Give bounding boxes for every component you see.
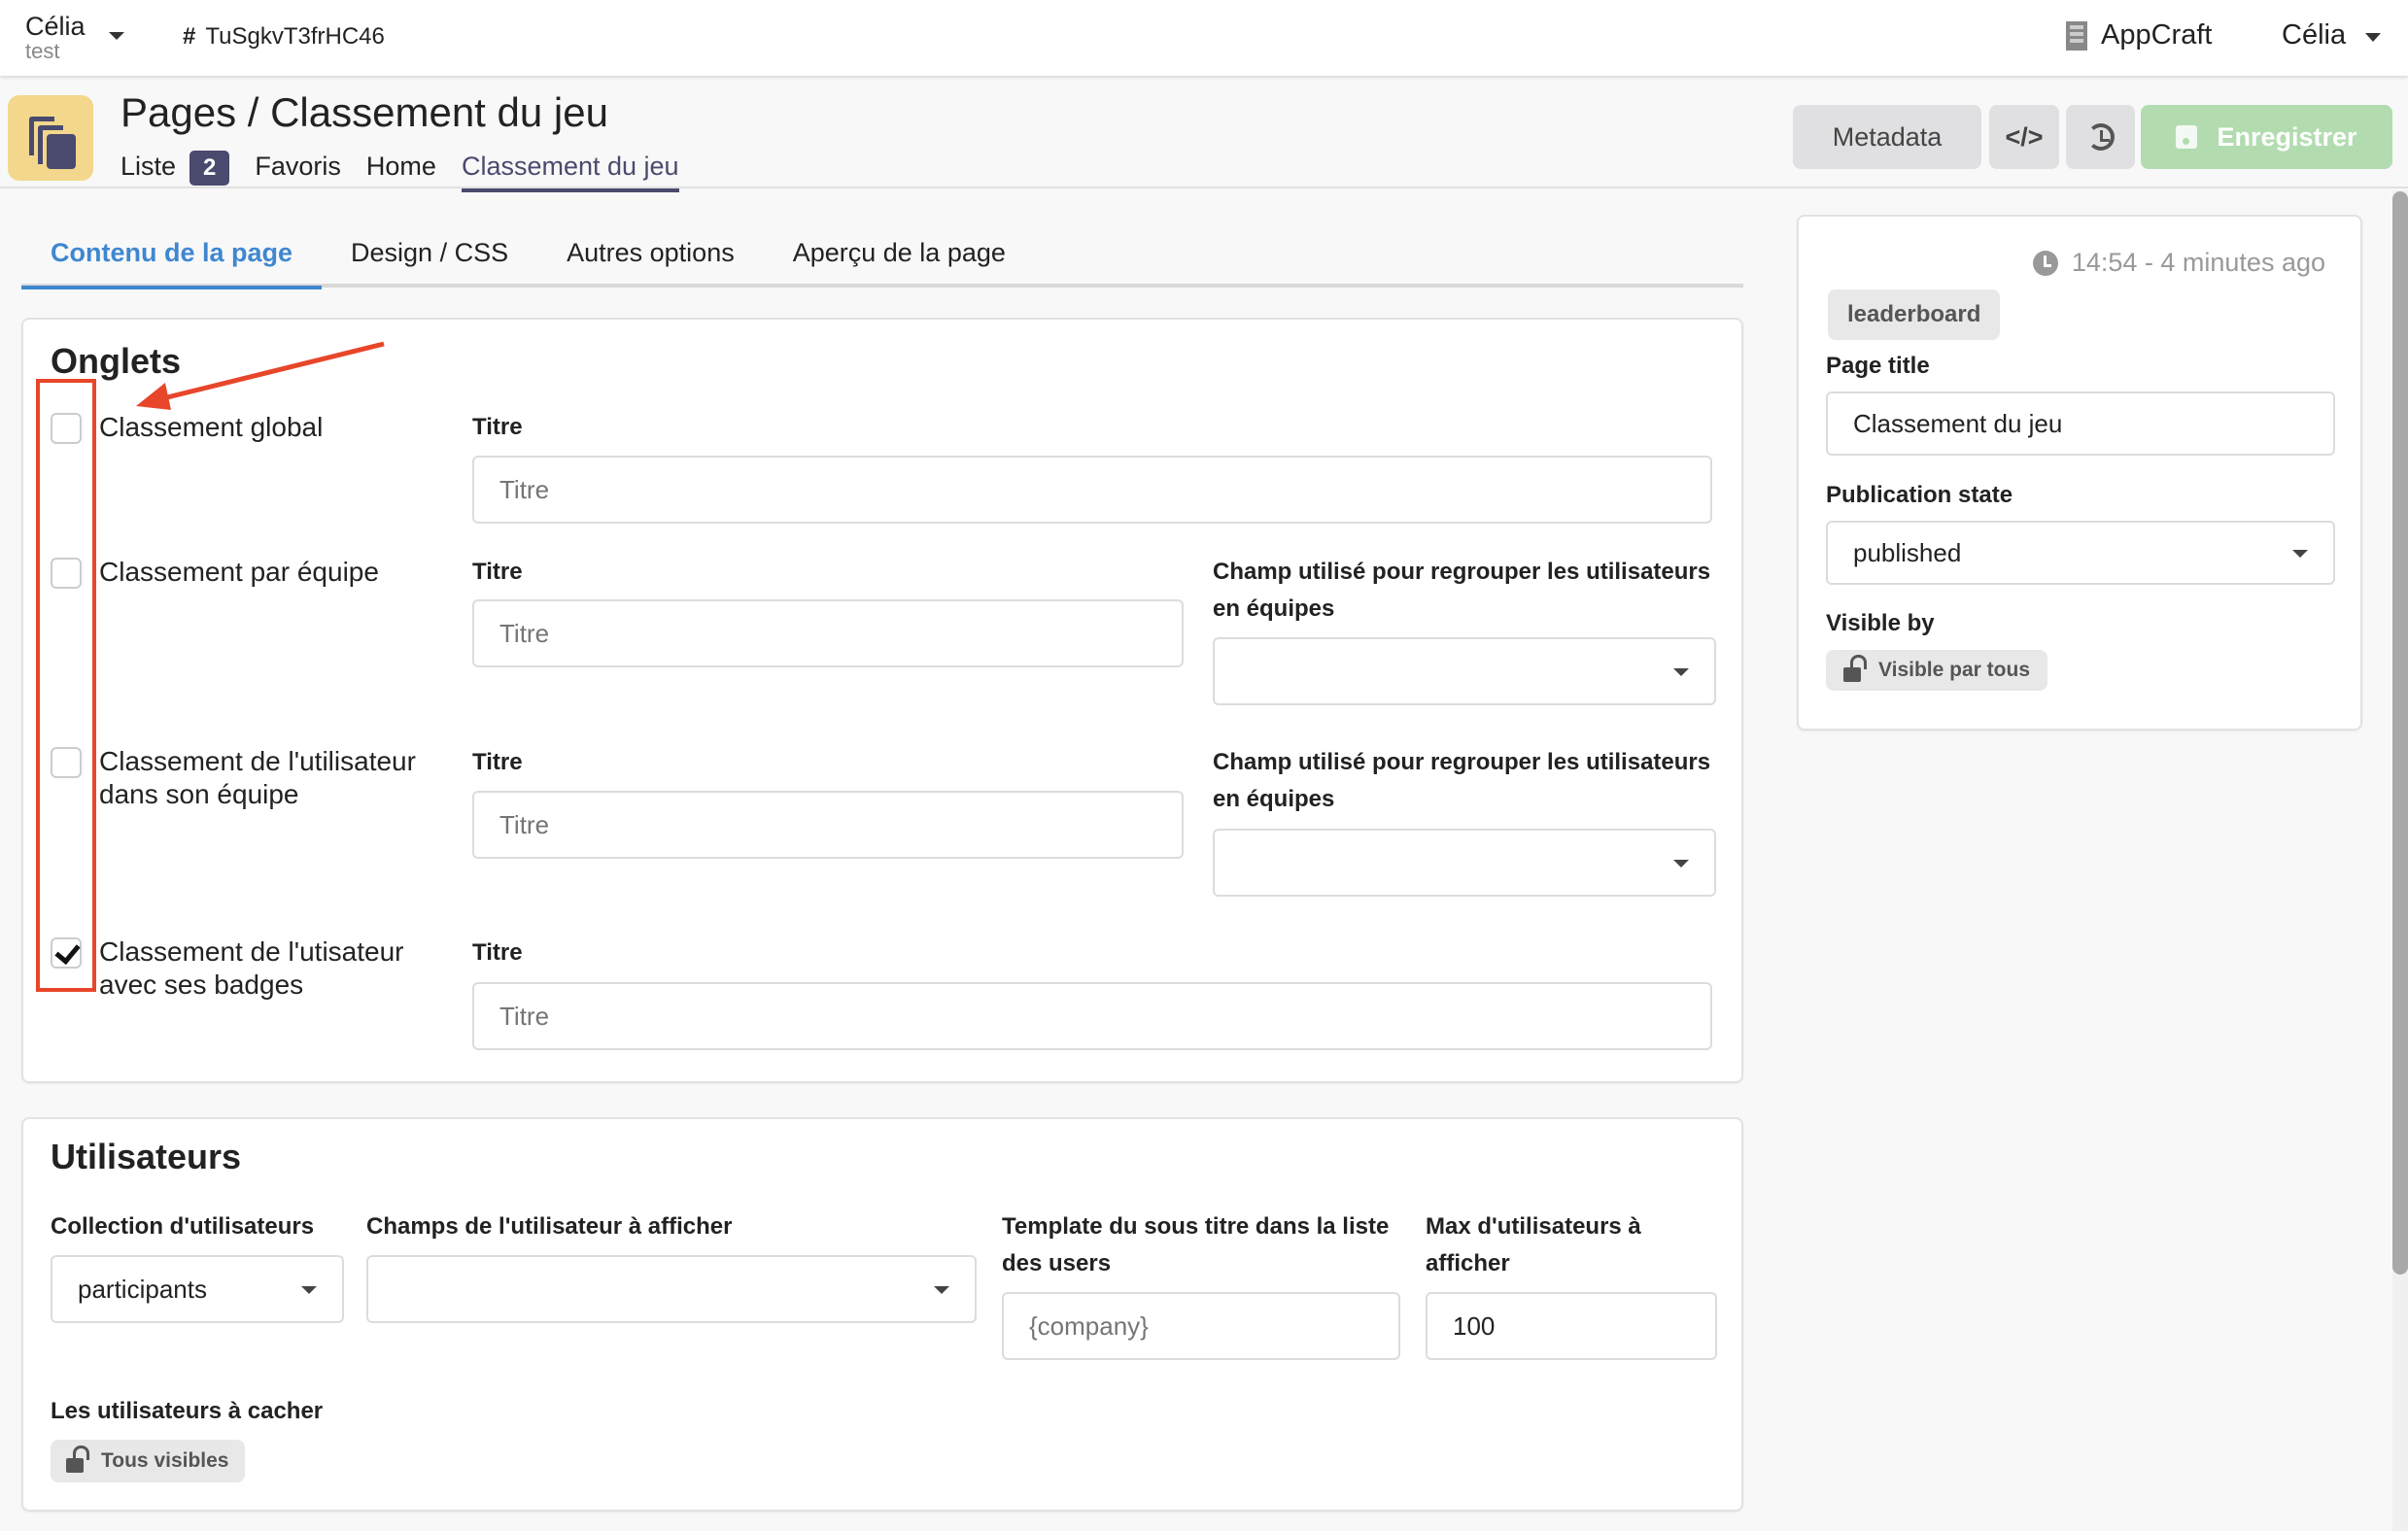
max-users-input[interactable]	[1426, 1292, 1717, 1360]
option-label: Classement par équipe	[99, 557, 379, 587]
caret-down-icon	[934, 1286, 949, 1294]
field-label: Visible by	[1826, 610, 1935, 636]
titre-input[interactable]	[472, 456, 1712, 524]
caret-down-icon	[1673, 668, 1689, 676]
company-name: AppCraft	[2101, 19, 2213, 51]
org-subtitle: test	[25, 39, 60, 63]
app-id: # TuSgkvT3frHC46	[183, 23, 385, 51]
org-name: Célia	[25, 12, 86, 41]
subnav-favoris[interactable]: Favoris	[255, 146, 341, 187]
field-label: Publication state	[1826, 482, 2013, 508]
utilisateurs-card: Utilisateurs Collection d'utilisateurs p…	[21, 1117, 1743, 1512]
code-icon: </>	[2005, 121, 2044, 152]
titre-input[interactable]	[472, 982, 1712, 1050]
page-title: Pages / Classement du jeu	[120, 89, 608, 135]
floppy-disk-icon	[2176, 125, 2198, 149]
collection-select[interactable]: participants	[51, 1255, 344, 1323]
field-label: Page title	[1826, 353, 1930, 379]
history-button[interactable]	[2066, 105, 2135, 169]
history-icon	[2086, 123, 2115, 151]
page-title-input[interactable]	[1826, 391, 2335, 456]
onglets-card: Onglets Classement global Titre Classeme…	[21, 318, 1743, 1083]
scrollbar-thumb[interactable]	[2392, 191, 2408, 1275]
user-fields-select[interactable]	[366, 1255, 977, 1323]
titre-input[interactable]	[472, 791, 1184, 859]
utilisateurs-title: Utilisateurs	[51, 1137, 242, 1176]
field-label: Champ utilisé pour regrouper les utilisa…	[1213, 559, 1711, 622]
page-header: Pages / Classement du jeu Liste 2 Favoris…	[0, 76, 2408, 192]
page-metadata-panel: 14:54 - 4 minutes ago leaderboard Page t…	[1797, 215, 2362, 731]
count-badge: 2	[189, 150, 230, 186]
visibility-selector[interactable]: Visible par tous	[1826, 650, 2047, 691]
publication-state-value: published	[1853, 538, 1962, 567]
caret-down-icon[interactable]	[2365, 33, 2381, 42]
hash-icon: #	[183, 23, 196, 50]
field-label: Champ utilisé pour regrouper les utilisa…	[1213, 749, 1711, 812]
user-menu[interactable]: Célia	[2282, 19, 2346, 51]
field-label: Titre	[472, 559, 523, 585]
subnav-liste-label: Liste	[120, 152, 177, 181]
collection-value: participants	[78, 1275, 207, 1304]
subtitle-template-input[interactable]	[1002, 1292, 1400, 1360]
field-label: Collection d'utilisateurs	[51, 1213, 315, 1240]
subnav-classement-du-jeu[interactable]: Classement du jeu	[461, 146, 679, 192]
group-field-select[interactable]	[1213, 637, 1716, 705]
field-label: Titre	[472, 414, 523, 440]
field-label: Les utilisateurs à cacher	[51, 1398, 324, 1424]
pages-icon	[8, 95, 93, 181]
company-link[interactable]: AppCraft	[2066, 19, 2212, 51]
annotation-arrow-icon	[136, 341, 385, 410]
caret-down-icon	[2292, 550, 2308, 558]
tab-design-css[interactable]: Design / CSS	[322, 225, 537, 286]
metadata-button[interactable]: Metadata	[1793, 105, 1981, 169]
org-switcher[interactable]: Célia test	[25, 12, 86, 62]
caret-down-icon	[1673, 860, 1689, 868]
tab-apercu[interactable]: Aperçu de la page	[764, 225, 1035, 286]
unlock-icon	[66, 1445, 89, 1473]
subnav-liste[interactable]: Liste 2	[120, 146, 230, 187]
field-label: Champs de l'utilisateur à afficher	[366, 1213, 733, 1240]
hidden-users-selector[interactable]: Tous visibles	[51, 1440, 245, 1482]
visibility-value: Visible par tous	[1878, 659, 2030, 681]
sub-navigation: Liste 2 Favoris Home Classement du jeu	[120, 146, 705, 192]
timestamp-text: 14:54 - 4 minutes ago	[2071, 248, 2325, 277]
group-field-select[interactable]	[1213, 829, 1716, 897]
clock-icon	[2032, 250, 2058, 276]
option-label: Classement de l'utisateur avec ses badge…	[99, 936, 404, 1000]
caret-down-icon	[301, 1286, 317, 1294]
save-button[interactable]: Enregistrer	[2141, 105, 2392, 169]
top-bar: Célia test # TuSgkvT3frHC46 AppCraft Céli…	[0, 0, 2408, 76]
caret-down-icon[interactable]	[109, 32, 124, 40]
save-label: Enregistrer	[2217, 121, 2357, 152]
unlock-icon	[1843, 654, 1867, 682]
tab-autres-options[interactable]: Autres options	[537, 225, 764, 286]
last-saved: 14:54 - 4 minutes ago	[2032, 248, 2325, 278]
code-button[interactable]: </>	[1989, 105, 2059, 169]
field-label: Titre	[472, 749, 523, 775]
page-tag: leaderboard	[1828, 289, 2001, 340]
field-label: Titre	[472, 939, 523, 966]
field-label: Max d'utilisateurs à afficher	[1426, 1213, 1641, 1276]
hidden-users-value: Tous visibles	[101, 1449, 229, 1472]
field-label: Template du sous titre dans la liste des…	[1002, 1213, 1390, 1276]
content-tabs: Contenu de la page Design / CSS Autres o…	[21, 225, 1743, 289]
titre-input[interactable]	[472, 599, 1184, 667]
app-id-value: TuSgkvT3frHC46	[205, 23, 385, 50]
publication-state-select[interactable]: published	[1826, 521, 2335, 585]
annotation-highlight-box	[36, 379, 96, 992]
building-icon	[2066, 21, 2087, 51]
option-label: Classement de l'utilisateur dans son équ…	[99, 746, 416, 809]
subnav-home[interactable]: Home	[366, 146, 436, 187]
tab-contenu[interactable]: Contenu de la page	[21, 225, 323, 289]
